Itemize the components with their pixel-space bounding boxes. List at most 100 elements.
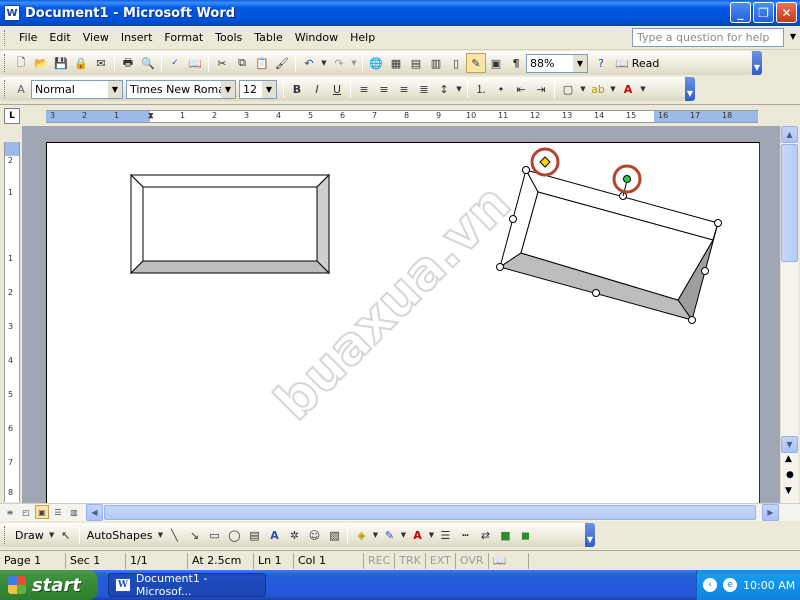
- columns-icon[interactable]: ▯: [446, 53, 466, 73]
- menu-insert[interactable]: Insert: [115, 31, 159, 44]
- numbering-icon[interactable]: ⒈: [471, 79, 491, 99]
- scroll-left-icon[interactable]: ◀: [86, 504, 103, 521]
- highlight-icon[interactable]: ab: [588, 79, 608, 99]
- select-objects-icon[interactable]: ↖: [56, 525, 76, 545]
- tables-borders-icon[interactable]: ▦: [386, 53, 406, 73]
- spelling-status-icon[interactable]: 📖: [489, 552, 529, 569]
- spelling-icon[interactable]: ✓: [165, 53, 185, 73]
- menu-help[interactable]: Help: [344, 31, 381, 44]
- tray-ie-icon[interactable]: e: [723, 578, 737, 592]
- word-app-icon[interactable]: W: [4, 5, 20, 21]
- highlight-dropdown-icon[interactable]: ▼: [608, 79, 618, 99]
- previous-page-icon[interactable]: ▲: [785, 454, 792, 464]
- bevel-shape-1[interactable]: [129, 173, 331, 275]
- menu-format[interactable]: Format: [158, 31, 209, 44]
- line-spacing-dropdown-icon[interactable]: ▼: [454, 79, 464, 99]
- toolbar-options-icon[interactable]: ▼: [685, 77, 695, 101]
- clip-art-icon[interactable]: ☺: [304, 525, 324, 545]
- font-color-dropdown-icon[interactable]: ▼: [638, 79, 648, 99]
- print-layout-icon[interactable]: ▣: [35, 505, 49, 519]
- bold-icon[interactable]: B: [287, 79, 307, 99]
- increase-indent-icon[interactable]: ⇥: [531, 79, 551, 99]
- rectangle-tool-icon[interactable]: ▭: [204, 525, 224, 545]
- open-icon[interactable]: 📂: [31, 53, 51, 73]
- outline-view-icon[interactable]: ☰: [51, 505, 65, 519]
- text-box-icon[interactable]: ▤: [244, 525, 264, 545]
- undo-dropdown-icon[interactable]: ▼: [319, 53, 329, 73]
- email-icon[interactable]: ✉: [91, 53, 111, 73]
- help-question-input[interactable]: Type a question for help: [632, 28, 784, 47]
- underline-icon[interactable]: U: [327, 79, 347, 99]
- drawing-toggle-icon[interactable]: ✎: [466, 53, 486, 73]
- italic-icon[interactable]: I: [307, 79, 327, 99]
- rotate-handle-icon[interactable]: [623, 175, 631, 183]
- toolbar-grip[interactable]: [4, 526, 7, 544]
- close-button[interactable]: ✕: [776, 2, 797, 23]
- horizontal-scroll-thumb[interactable]: [104, 505, 756, 520]
- minimize-button[interactable]: _: [730, 2, 751, 23]
- draw-dropdown-icon[interactable]: ▼: [48, 525, 56, 545]
- insert-table-icon[interactable]: ▤: [406, 53, 426, 73]
- line-spacing-icon[interactable]: ↕: [434, 79, 454, 99]
- redo-dropdown-icon[interactable]: ▼: [349, 53, 359, 73]
- font-color-draw-icon[interactable]: A: [407, 525, 427, 545]
- start-button[interactable]: start: [0, 570, 98, 600]
- oval-tool-icon[interactable]: ◯: [224, 525, 244, 545]
- restore-button[interactable]: ❐: [753, 2, 774, 23]
- read-button[interactable]: 📖 Read: [611, 57, 663, 70]
- adjust-handle-icon[interactable]: [539, 156, 551, 168]
- copy-icon[interactable]: ⧉: [232, 53, 252, 73]
- font-color-draw-dropdown-icon[interactable]: ▼: [427, 525, 435, 545]
- taskbar-item-document1[interactable]: W Document1 - Microsof...: [108, 572, 266, 598]
- styles-formatting-icon[interactable]: A: [11, 79, 31, 99]
- wordart-icon[interactable]: A: [264, 525, 284, 545]
- show-hide-icon[interactable]: ¶: [506, 53, 526, 73]
- horizontal-ruler[interactable]: 3 2 1 ⧗ 1 2 3 4 5 6 7 8 9 10 11 12 13 14…: [46, 110, 758, 123]
- line-tool-icon[interactable]: ╲: [164, 525, 184, 545]
- autoshapes-dropdown-icon[interactable]: ▼: [156, 525, 164, 545]
- toolbar-options-icon[interactable]: ▼: [752, 51, 762, 75]
- font-select[interactable]: Times New Roman ▼: [126, 79, 236, 99]
- vertical-scrollbar[interactable]: ▲ ▼ ▲ ● ▼: [780, 126, 798, 503]
- browse-object-icon[interactable]: ●: [786, 470, 794, 480]
- toolbar-grip[interactable]: [4, 80, 7, 98]
- permission-icon[interactable]: 🔒: [71, 53, 91, 73]
- status-ext[interactable]: EXT: [426, 552, 456, 569]
- insert-picture-icon[interactable]: ▧: [324, 525, 344, 545]
- menu-grip[interactable]: [4, 29, 7, 46]
- border-icon[interactable]: ▢: [558, 79, 578, 99]
- diagram-icon[interactable]: ✲: [284, 525, 304, 545]
- paste-icon[interactable]: 📋: [252, 53, 272, 73]
- format-painter-icon[interactable]: 🖌: [272, 53, 292, 73]
- vertical-ruler[interactable]: 2 1 1 2 3 4 5 6 7 8: [4, 142, 20, 502]
- dash-style-icon[interactable]: ┅: [455, 525, 475, 545]
- redo-icon[interactable]: ↷: [329, 53, 349, 73]
- arrow-tool-icon[interactable]: ↘: [184, 525, 204, 545]
- line-color-dropdown-icon[interactable]: ▼: [399, 525, 407, 545]
- hyperlink-icon[interactable]: 🌐: [366, 53, 386, 73]
- scroll-down-icon[interactable]: ▼: [781, 436, 798, 453]
- print-preview-icon[interactable]: 🔍: [138, 53, 158, 73]
- menu-edit[interactable]: Edit: [43, 31, 76, 44]
- align-left-icon[interactable]: ≡: [354, 79, 374, 99]
- new-icon[interactable]: 🗋: [11, 53, 31, 73]
- style-select[interactable]: Normal ▼: [31, 79, 123, 99]
- border-dropdown-icon[interactable]: ▼: [578, 79, 588, 99]
- justify-icon[interactable]: ≣: [414, 79, 434, 99]
- document-page[interactable]: buaxua.vn: [46, 142, 760, 503]
- line-style-icon[interactable]: ☰: [435, 525, 455, 545]
- align-right-icon[interactable]: ≡: [394, 79, 414, 99]
- document-map-icon[interactable]: ▣: [486, 53, 506, 73]
- print-icon[interactable]: 🖶: [118, 53, 138, 73]
- bevel-shape-2[interactable]: [498, 168, 719, 322]
- toolbar-options-icon[interactable]: ▼: [585, 523, 595, 547]
- line-color-icon[interactable]: ✎: [379, 525, 399, 545]
- tray-arrow-icon[interactable]: ‹: [703, 578, 717, 592]
- draw-menu-button[interactable]: Draw: [11, 529, 48, 542]
- normal-view-icon[interactable]: ≡: [3, 505, 17, 519]
- autoshapes-menu-button[interactable]: AutoShapes: [83, 529, 157, 542]
- status-trk[interactable]: TRK: [395, 552, 426, 569]
- font-size-select[interactable]: 12 ▼: [239, 79, 277, 99]
- font-dropdown-icon[interactable]: ▼: [221, 80, 235, 98]
- shadow-style-icon[interactable]: ■: [495, 525, 515, 545]
